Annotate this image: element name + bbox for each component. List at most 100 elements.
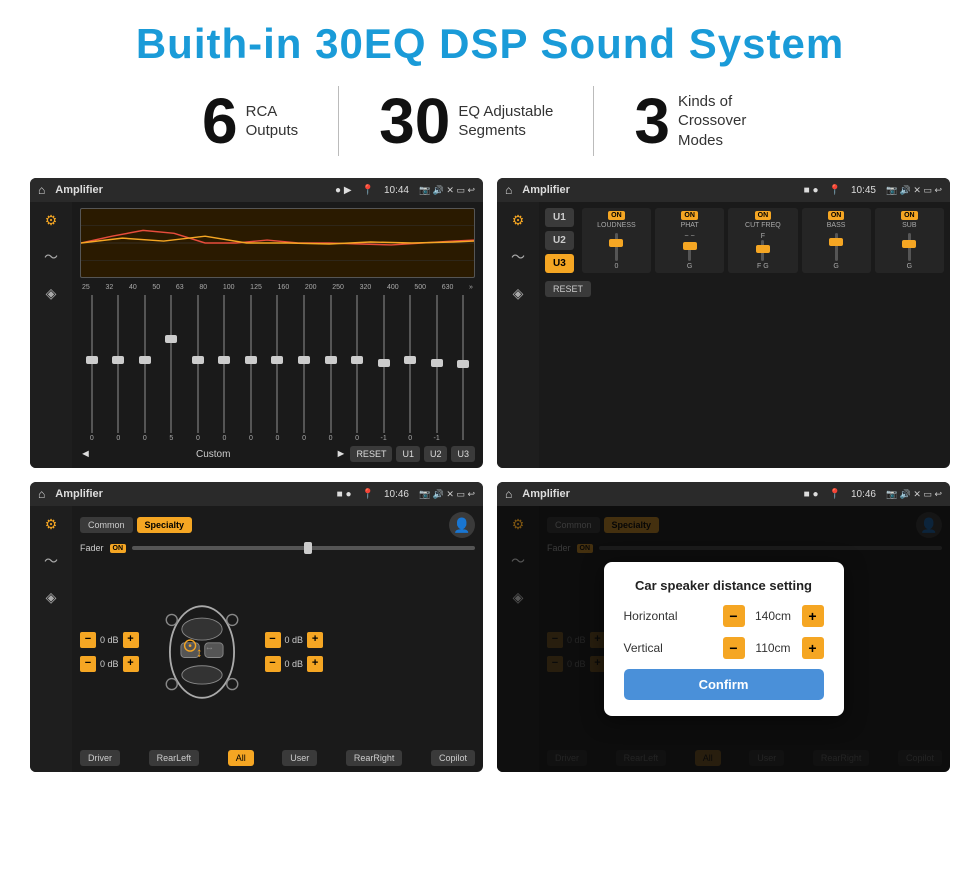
bass-name: BASS [827,222,846,229]
bass-on-badge: ON [828,211,845,220]
page-wrapper: Buith-in 30EQ DSP Sound System 6 RCAOutp… [0,0,980,792]
fader-row: Fader ON [80,543,475,553]
rearleft-btn[interactable]: RearLeft [149,750,200,766]
avatar-btn[interactable]: 👤 [449,512,475,538]
vertical-minus-btn[interactable]: − [723,637,745,659]
screen4-title: Amplifier [522,488,793,500]
eq-icon-3[interactable]: ⚙ [45,516,58,533]
home-icon-2[interactable]: ⌂ [505,183,512,197]
eq-band-12: -1 [372,295,396,442]
screen1-pin: 📍 [362,185,374,196]
all-btn[interactable]: All [228,750,254,766]
db-plus-bl[interactable]: + [123,656,139,672]
param-loudness: ON LOUDNESS 0 [582,208,651,273]
loudness-slider[interactable] [615,233,618,261]
stat-rca: 6 RCAOutputs [162,89,338,153]
preset-u2[interactable]: U2 [545,231,574,250]
car-diagram: ↕ ↔ [147,597,257,707]
sub-slider[interactable] [908,233,911,261]
wave-icon-2[interactable]: 〜 [511,247,525,267]
confirm-button[interactable]: Confirm [624,669,824,700]
screen2-status-icons: 📷 🔊 ✕ ▭ ↩ [886,185,942,196]
loudness-on-badge: ON [608,211,625,220]
eq-u3-btn[interactable]: U3 [451,446,475,462]
dialog-box: Car speaker distance setting Horizontal … [604,562,844,716]
eq-band-3: 0 [133,295,157,442]
copilot-btn[interactable]: Copilot [431,750,475,766]
db-plus-tr[interactable]: + [307,632,323,648]
eq-next-btn[interactable]: ► [336,448,347,460]
screen-amp: ⌂ Amplifier ■ ● 📍 10:45 📷 🔊 ✕ ▭ ↩ ⚙ 〜 ◈ … [497,178,950,468]
svg-text:↕: ↕ [196,644,202,659]
tab-specialty[interactable]: Specialty [137,517,193,533]
eq-band-13: 0 [398,295,422,442]
speaker-icon[interactable]: ◈ [46,285,57,302]
screen1-topbar: ⌂ Amplifier ● ▶ 📍 10:44 📷 🔊 ✕ ▭ ↩ [30,178,483,202]
driver-btn[interactable]: Driver [80,750,120,766]
screen1-time: 10:44 [384,185,409,196]
tab-common[interactable]: Common [80,517,133,533]
eq-icon[interactable]: ⚙ [45,212,58,229]
preset-u3[interactable]: U3 [545,254,574,273]
screen2-body: ⚙ 〜 ◈ U1 U2 U3 ON [497,202,950,468]
db-control-tr: − 0 dB + [265,632,324,648]
db-plus-br[interactable]: + [307,656,323,672]
wave-icon-3[interactable]: 〜 [44,551,58,571]
dialog-overlay: Car speaker distance setting Horizontal … [497,506,950,772]
phat-slider[interactable] [688,242,691,261]
horizontal-minus-btn[interactable]: − [723,605,745,627]
db-control-bl: − 0 dB + [80,656,139,672]
db-value-tl: 0 dB [100,635,119,645]
phat-on-badge: ON [681,211,698,220]
stat-rca-text: RCAOutputs [246,102,299,141]
eq-controls: ◄ Custom ► RESET U1 U2 U3 [80,446,475,462]
eq-band-11: 0 [345,295,369,442]
bottom-row: Driver RearLeft All User RearRight Copil… [80,750,475,766]
fader-on-badge: ON [110,544,127,553]
amp-reset-btn[interactable]: RESET [545,281,591,297]
db-minus-bl[interactable]: − [80,656,96,672]
user-btn-3[interactable]: User [282,750,317,766]
home-icon-3[interactable]: ⌂ [38,487,45,501]
home-icon-4[interactable]: ⌂ [505,487,512,501]
cutfreq-slider[interactable] [761,240,764,261]
eq-reset-btn[interactable]: RESET [350,446,392,462]
db-minus-br[interactable]: − [265,656,281,672]
eq-main: 253240 506380 100125160 200250320 400500… [72,202,483,468]
preset-u1[interactable]: U1 [545,208,574,227]
wave-icon[interactable]: 〜 [44,247,58,267]
bass-slider[interactable] [835,233,838,261]
eq-u2-btn[interactable]: U2 [424,446,448,462]
eq-prev-btn[interactable]: ◄ [80,448,91,460]
eq-band-6: 0 [213,295,237,442]
eq-band-5: 0 [186,295,210,442]
rearright-btn[interactable]: RearRight [346,750,403,766]
eq-icon-2[interactable]: ⚙ [512,212,525,229]
db-value-bl: 0 dB [100,659,119,669]
horizontal-plus-btn[interactable]: + [802,605,824,627]
eq-u1-btn[interactable]: U1 [396,446,420,462]
screen4-topbar: ⌂ Amplifier ■ ● 📍 10:46 📷 🔊 ✕ ▭ ↩ [497,482,950,506]
eq-band-8: 0 [266,295,290,442]
fader-track[interactable] [132,546,475,550]
home-icon[interactable]: ⌂ [38,183,45,197]
db-minus-tl[interactable]: − [80,632,96,648]
db-plus-tl[interactable]: + [123,632,139,648]
screen3-pin: 📍 [362,489,374,500]
speaker-icon-2[interactable]: ◈ [513,285,524,302]
stat-eq-number: 30 [379,89,450,153]
svg-text:↔: ↔ [204,642,213,652]
screen3-main: Common Specialty 👤 Fader ON [72,506,483,772]
eq-band-4: 5 [160,295,184,442]
page-title: Buith-in 30EQ DSP Sound System [30,20,950,68]
dialog-vertical-row: Vertical − 110cm + [624,637,824,659]
param-cutfreq: ON CUT FREQ F F G [728,208,797,273]
db-minus-tr[interactable]: − [265,632,281,648]
vertical-plus-btn[interactable]: + [802,637,824,659]
db-value-br: 0 dB [285,659,304,669]
sub-on-badge: ON [901,211,918,220]
speaker-icon-3[interactable]: ◈ [46,589,57,606]
stat-eq-text: EQ AdjustableSegments [458,102,553,141]
sub-name: SUB [902,222,916,229]
stat-eq: 30 EQ AdjustableSegments [339,89,593,153]
